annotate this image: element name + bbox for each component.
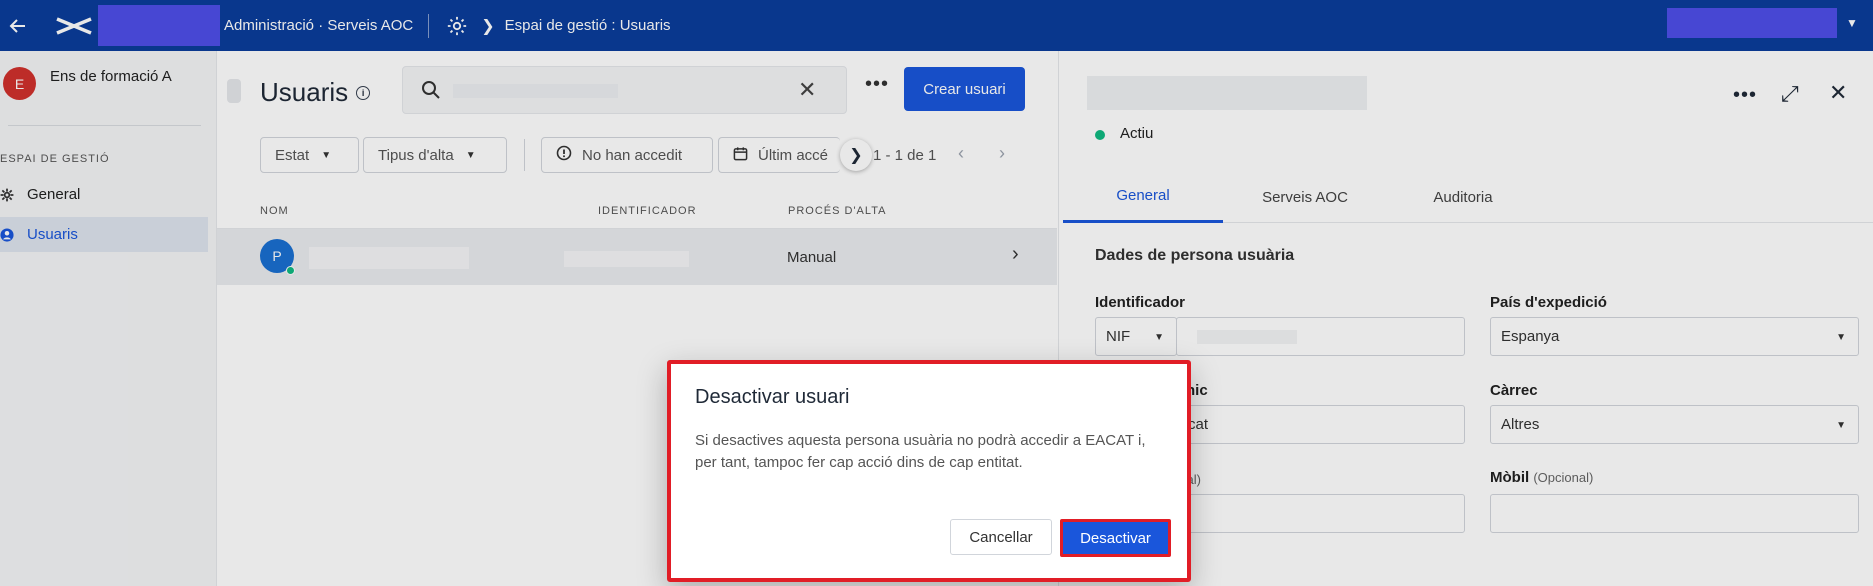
deactivate-button[interactable]: Desactivar [1060, 519, 1171, 557]
deactivate-user-dialog: Desactivar usuari Si desactives aquesta … [667, 360, 1191, 582]
dialog-message: Si desactives aquesta persona usuària no… [695, 432, 1146, 471]
cancel-button[interactable]: Cancellar [950, 519, 1052, 555]
dialog-title: Desactivar usuari [695, 386, 850, 408]
